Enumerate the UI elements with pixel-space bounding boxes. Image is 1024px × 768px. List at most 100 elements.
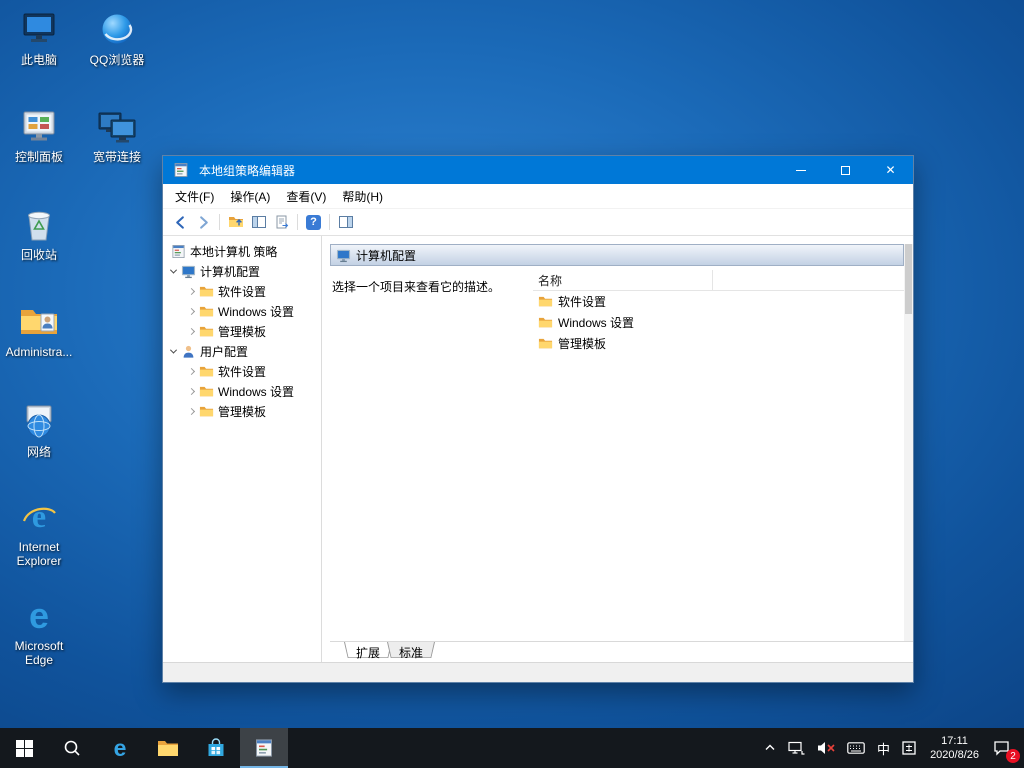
desktop-icon-label: Microsoft Edge (1, 639, 77, 667)
administrator-folder-icon (1, 302, 77, 342)
description-text: 选择一个项目来查看它的描述。 (330, 266, 533, 641)
tree-item-user-configuration[interactable]: 用户配置 (163, 341, 321, 361)
list-item-administrative-templates[interactable]: 管理模板 (533, 333, 904, 354)
chevron-collapsed-icon[interactable] (185, 285, 197, 297)
desktop-icon-administrator[interactable]: Administra... (1, 302, 77, 359)
desktop-icon-control-panel[interactable]: 控制面板 (1, 107, 77, 164)
tree-item-windows-settings-user[interactable]: Windows 设置 (163, 381, 321, 401)
svg-text:e: e (32, 498, 46, 534)
desktop-icon-label: Administra... (1, 345, 77, 359)
desktop-icon-recycle-bin[interactable]: 回收站 (1, 205, 77, 262)
column-header-name[interactable]: 名称 (533, 270, 713, 290)
desktop-icon-label: 网络 (1, 445, 77, 459)
menu-view[interactable]: 查看(V) (278, 185, 334, 208)
search-button[interactable] (48, 728, 96, 768)
edge-icon: e (114, 737, 127, 760)
microsoft-edge-icon: e (1, 596, 77, 636)
tree-item-software-settings[interactable]: 软件设置 (163, 281, 321, 301)
menu-help[interactable]: 帮助(H) (334, 185, 391, 208)
list-item-software-settings[interactable]: 软件设置 (533, 291, 904, 312)
console-icon (171, 244, 186, 259)
vertical-scrollbar[interactable] (904, 244, 913, 641)
clock-time: 17:11 (941, 734, 968, 748)
tab-extended[interactable]: 扩展 (344, 642, 392, 662)
tree-item-administrative-templates-user[interactable]: 管理模板 (163, 401, 321, 421)
taskbar-file-explorer-button[interactable] (144, 728, 192, 768)
console-icon (254, 738, 274, 758)
network-tray-button[interactable] (782, 728, 811, 768)
tree-item-computer-configuration[interactable]: 计算机配置 (163, 261, 321, 281)
touch-keyboard-button[interactable] (841, 728, 871, 768)
taskbar: e 中 17:11 2020/8/26 2 (0, 728, 1024, 768)
scrollbar-thumb[interactable] (905, 244, 912, 314)
taskbar-edge-button[interactable]: e (96, 728, 144, 768)
ime-mode-button[interactable] (896, 728, 922, 768)
start-button[interactable] (0, 728, 48, 768)
toolbar-separator (297, 214, 298, 230)
chevron-collapsed-icon[interactable] (185, 365, 197, 377)
desktop-icon-label: 宽带连接 (79, 150, 155, 164)
toolbar-separator (219, 214, 220, 230)
volume-muted-icon (817, 741, 835, 755)
chevron-expanded-icon[interactable] (167, 345, 179, 357)
menu-file[interactable]: 文件(F) (167, 185, 222, 208)
volume-tray-button[interactable] (811, 728, 841, 768)
taskbar-store-button[interactable] (192, 728, 240, 768)
maximize-icon (841, 166, 850, 175)
desktop-icon-this-pc[interactable]: 此电脑 (1, 10, 77, 67)
tree-item-label: Windows 设置 (217, 383, 294, 400)
show-action-pane-button[interactable] (334, 212, 357, 233)
folder-icon (199, 284, 214, 299)
desktop-icon-qq-browser[interactable]: QQ浏览器 (79, 10, 155, 67)
close-button[interactable] (868, 156, 913, 184)
tree-item-windows-settings[interactable]: Windows 设置 (163, 301, 321, 321)
toolbar-separator (329, 214, 330, 230)
back-button[interactable] (169, 212, 192, 233)
tree-item-label: Windows 设置 (217, 303, 294, 320)
tree-item-label: 本地计算机 策略 (189, 243, 277, 260)
desktop-icon-broadband[interactable]: 宽带连接 (79, 107, 155, 164)
export-list-button[interactable] (270, 212, 293, 233)
minimize-icon (796, 170, 806, 171)
folder-icon (199, 304, 214, 319)
ime-mode-icon (902, 741, 916, 755)
hidden-icons-button[interactable] (758, 728, 782, 768)
tree-item-administrative-templates[interactable]: 管理模板 (163, 321, 321, 341)
notification-center-button[interactable]: 2 (987, 728, 1022, 768)
forward-button[interactable] (192, 212, 215, 233)
computer-icon (336, 248, 351, 263)
chevron-collapsed-icon[interactable] (185, 305, 197, 317)
maximize-button[interactable] (823, 156, 868, 184)
minimize-button[interactable] (778, 156, 823, 184)
window-titlebar[interactable]: 本地组策略编辑器 (163, 156, 913, 184)
taskbar-gpedit-button[interactable] (240, 728, 288, 768)
list-item-windows-settings[interactable]: Windows 设置 (533, 312, 904, 333)
network-icon (788, 741, 805, 756)
help-button[interactable] (302, 212, 325, 233)
menu-action[interactable]: 操作(A) (222, 185, 278, 208)
desktop-icon-microsoft-edge[interactable]: e Microsoft Edge (1, 596, 77, 667)
result-banner: 计算机配置 (330, 244, 904, 266)
chevron-up-icon (764, 742, 776, 754)
chevron-collapsed-icon[interactable] (185, 325, 197, 337)
broadband-connection-icon (79, 107, 155, 147)
tree-item-local-computer-policy[interactable]: 本地计算机 策略 (163, 241, 321, 261)
window-title: 本地组策略编辑器 (199, 162, 295, 179)
desktop-icon-network[interactable]: 网络 (1, 402, 77, 459)
ime-indicator[interactable]: 中 (871, 728, 896, 768)
chevron-collapsed-icon[interactable] (185, 405, 197, 417)
desktop-icon-label: Internet Explorer (1, 540, 77, 568)
tab-standard[interactable]: 标准 (387, 642, 435, 662)
chevron-expanded-icon[interactable] (167, 265, 179, 277)
tree-item-label: 软件设置 (217, 283, 266, 300)
desktop-icon-internet-explorer[interactable]: e Internet Explorer (1, 497, 77, 568)
tree-item-software-settings-user[interactable]: 软件设置 (163, 361, 321, 381)
console-tree-icon (251, 214, 267, 230)
keyboard-icon (847, 742, 865, 754)
folder-up-icon (228, 214, 244, 230)
chevron-collapsed-icon[interactable] (185, 385, 197, 397)
taskbar-clock[interactable]: 17:11 2020/8/26 (922, 728, 987, 768)
view-tabs: 扩展 标准 (330, 641, 913, 662)
show-console-tree-button[interactable] (247, 212, 270, 233)
up-one-level-button[interactable] (224, 212, 247, 233)
